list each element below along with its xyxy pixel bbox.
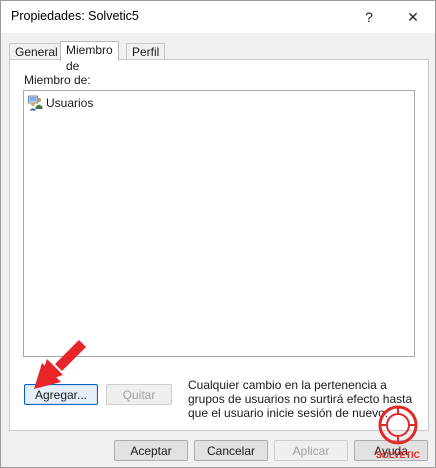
remove-button[interactable]: Quitar [106, 384, 172, 405]
close-button[interactable]: ✕ [391, 1, 435, 33]
apply-button-label: Aplicar [292, 443, 330, 458]
close-icon: ✕ [407, 8, 419, 25]
properties-dialog: Propiedades: Solvetic5 ? ✕ General Miemb… [0, 0, 436, 468]
tab-profile[interactable]: Perfil [126, 43, 166, 60]
groups-listbox[interactable]: Usuarios [23, 90, 415, 357]
ok-button-label: Aceptar [130, 443, 172, 458]
tab-profile-label: Perfil [132, 45, 160, 59]
window-title: Propiedades: Solvetic5 [11, 9, 139, 23]
tab-general-label: General [15, 45, 58, 59]
list-item-label: Usuarios [46, 96, 94, 110]
title-bar: Propiedades: Solvetic5 ? ✕ [1, 1, 435, 33]
help-title-button[interactable]: ? [347, 1, 391, 33]
watermark-logo: SOLVETIC [376, 405, 421, 460]
annotation-arrow-icon [34, 340, 86, 389]
list-item[interactable]: Usuarios [28, 95, 93, 111]
tab-general[interactable]: General [9, 43, 64, 60]
watermark-text: SOLVETIC [376, 450, 421, 460]
tab-member-of[interactable]: Miembro de [60, 41, 119, 73]
ok-button[interactable]: Aceptar [114, 440, 188, 461]
cancel-button-label: Cancelar [206, 443, 256, 458]
member-of-label: Miembro de: [24, 73, 91, 87]
users-group-icon [28, 95, 44, 111]
remove-button-label: Quitar [122, 387, 156, 402]
help-icon: ? [365, 9, 373, 25]
apply-button[interactable]: Aplicar [274, 440, 348, 461]
cancel-button[interactable]: Cancelar [194, 440, 268, 461]
